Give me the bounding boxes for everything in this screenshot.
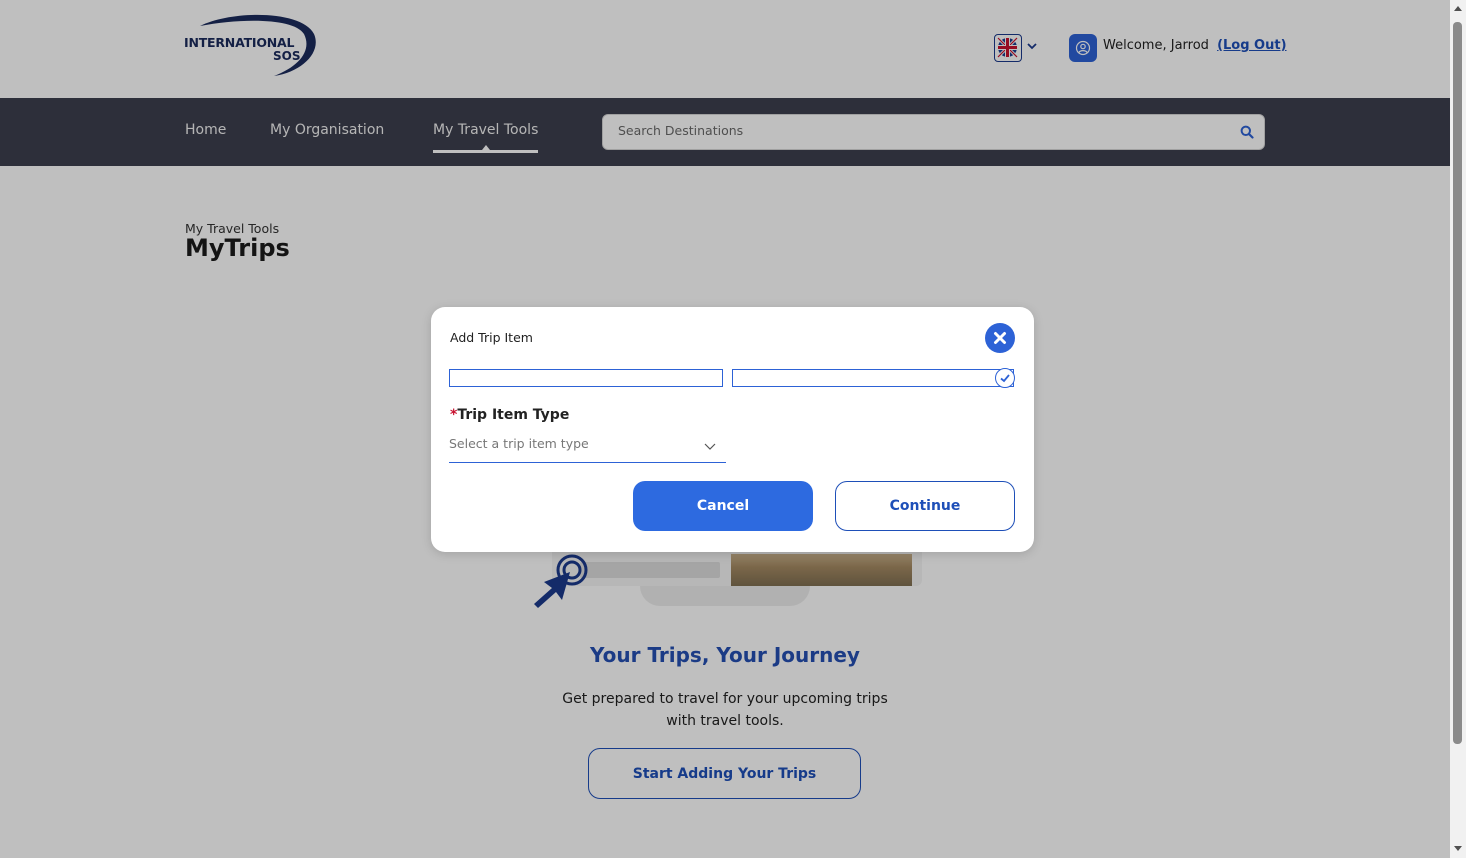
field-label-text: Trip Item Type (457, 407, 570, 423)
close-icon (994, 332, 1006, 344)
check-icon (1000, 374, 1010, 383)
scroll-up-arrow-icon[interactable] (1454, 6, 1462, 11)
step-complete-check-icon (995, 368, 1015, 388)
cancel-button[interactable]: Cancel (633, 481, 813, 531)
progress-step-1 (449, 369, 723, 387)
chevron-down-icon (704, 443, 716, 450)
progress-step-2 (732, 369, 1014, 387)
trip-item-type-label: *Trip Item Type (450, 407, 569, 423)
continue-button[interactable]: Continue (835, 481, 1015, 531)
close-button[interactable] (985, 323, 1015, 353)
scrollbar-thumb[interactable] (1453, 22, 1462, 744)
select-placeholder: Select a trip item type (449, 436, 589, 451)
modal-title: Add Trip Item (450, 330, 533, 345)
add-trip-item-modal: Add Trip Item *Trip Item Type Select a t… (431, 307, 1034, 552)
scroll-down-arrow-icon[interactable] (1454, 846, 1462, 851)
trip-item-type-select[interactable]: Select a trip item type (449, 433, 726, 463)
